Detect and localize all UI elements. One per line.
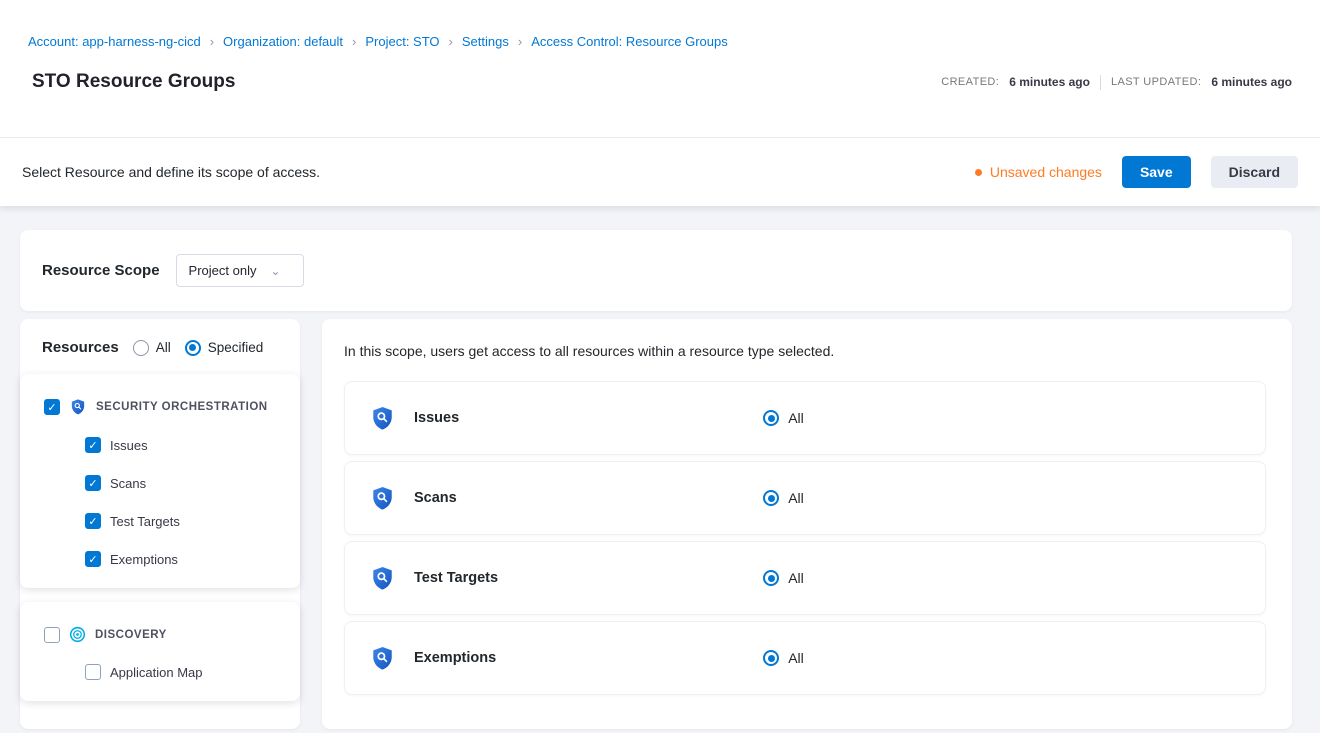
- breadcrumb-account[interactable]: Account: app-harness-ng-cicd: [28, 34, 201, 49]
- scans-checkbox[interactable]: [85, 475, 101, 491]
- radio-all-icon[interactable]: [763, 490, 779, 506]
- resources-title: Resources: [42, 339, 119, 356]
- scope-description: Select Resource and define its scope of …: [22, 164, 320, 180]
- breadcrumb-organization[interactable]: Organization: default: [223, 34, 343, 49]
- unsaved-dot-icon: [975, 169, 982, 176]
- resource-item-application-map[interactable]: Application Map: [20, 653, 300, 691]
- resources-panel: Resources All Specified: [20, 319, 300, 729]
- breadcrumb: Account: app-harness-ng-cicd › Organizat…: [28, 34, 1292, 49]
- resource-access-panel: In this scope, users get access to all r…: [322, 319, 1292, 729]
- divider: [1100, 75, 1101, 90]
- radio-specified[interactable]: Specified: [185, 340, 264, 356]
- row-label-issues: Issues: [414, 410, 459, 426]
- application-map-label: Application Map: [110, 665, 203, 680]
- issues-label: Issues: [110, 438, 148, 453]
- row-label-scans: Scans: [414, 490, 457, 506]
- timestamps: CREATED: 6 minutes ago LAST UPDATED: 6 m…: [941, 75, 1292, 90]
- sto-shield-icon: [369, 485, 396, 512]
- access-option-all[interactable]: All: [763, 410, 804, 426]
- breadcrumb-access-control[interactable]: Access Control: Resource Groups: [531, 34, 728, 49]
- scope-note: In this scope, users get access to all r…: [344, 343, 1266, 359]
- action-bar: Select Resource and define its scope of …: [0, 138, 1320, 206]
- resource-item-scans[interactable]: Scans: [20, 464, 300, 502]
- access-option-all[interactable]: All: [763, 490, 804, 506]
- group-security-label: SECURITY ORCHESTRATION: [96, 401, 268, 413]
- last-updated-label: LAST UPDATED:: [1111, 76, 1201, 88]
- group-discovery-checkbox[interactable]: [44, 627, 60, 643]
- resource-row-exemptions: Exemptions All: [344, 621, 1266, 695]
- row-label-test-targets: Test Targets: [414, 570, 498, 586]
- save-button[interactable]: Save: [1122, 156, 1191, 188]
- group-discovery-label: DISCOVERY: [95, 629, 167, 641]
- unsaved-changes-label: Unsaved changes: [990, 164, 1102, 180]
- chevron-right-icon: ›: [449, 34, 453, 49]
- chevron-right-icon: ›: [518, 34, 522, 49]
- last-updated-value: 6 minutes ago: [1211, 75, 1292, 89]
- page-title: STO Resource Groups: [32, 71, 235, 93]
- chevron-right-icon: ›: [210, 34, 214, 49]
- created-value: 6 minutes ago: [1009, 75, 1090, 89]
- radio-all-icon[interactable]: [133, 340, 149, 356]
- content-area: Resource Scope Project only ⌄ Resources …: [0, 206, 1320, 729]
- resource-scope-label: Resource Scope: [42, 262, 160, 279]
- exemptions-label: Exemptions: [110, 552, 178, 567]
- group-security-checkbox[interactable]: [44, 399, 60, 415]
- resource-item-issues[interactable]: Issues: [20, 426, 300, 464]
- sto-shield-icon: [69, 398, 87, 416]
- sto-shield-icon: [369, 565, 396, 592]
- radio-all[interactable]: All: [133, 340, 171, 356]
- radio-all-icon[interactable]: [763, 570, 779, 586]
- resource-row-test-targets: Test Targets All: [344, 541, 1266, 615]
- issues-checkbox[interactable]: [85, 437, 101, 453]
- test-targets-checkbox[interactable]: [85, 513, 101, 529]
- exemptions-checkbox[interactable]: [85, 551, 101, 567]
- resource-item-exemptions[interactable]: Exemptions: [20, 540, 300, 578]
- sto-shield-icon: [369, 645, 396, 672]
- radio-all-icon[interactable]: [763, 410, 779, 426]
- access-all-label: All: [788, 650, 804, 666]
- created-label: CREATED:: [941, 76, 999, 88]
- row-label-exemptions: Exemptions: [414, 650, 496, 666]
- resource-row-scans: Scans All: [344, 461, 1266, 535]
- unsaved-changes-indicator: Unsaved changes: [975, 164, 1102, 180]
- access-all-label: All: [788, 410, 804, 426]
- access-all-label: All: [788, 490, 804, 506]
- access-option-all[interactable]: All: [763, 650, 804, 666]
- resource-scope-selected-value: Project only: [189, 263, 257, 278]
- resource-row-issues: Issues All: [344, 381, 1266, 455]
- chevron-down-icon: ⌄: [270, 265, 280, 277]
- breadcrumb-settings[interactable]: Settings: [462, 34, 509, 49]
- application-map-checkbox[interactable]: [85, 664, 101, 680]
- page-header: Account: app-harness-ng-cicd › Organizat…: [0, 0, 1320, 138]
- radio-specified-label: Specified: [208, 340, 264, 355]
- access-option-all[interactable]: All: [763, 570, 804, 586]
- scans-label: Scans: [110, 476, 146, 491]
- radio-all-label: All: [156, 340, 171, 355]
- resource-scope-select[interactable]: Project only ⌄: [176, 254, 304, 287]
- discovery-target-icon: [69, 626, 86, 643]
- radio-all-icon[interactable]: [763, 650, 779, 666]
- group-security-orchestration: SECURITY ORCHESTRATION Issues Scans Test…: [20, 374, 300, 588]
- sto-shield-icon: [369, 405, 396, 432]
- chevron-right-icon: ›: [352, 34, 356, 49]
- radio-specified-icon[interactable]: [185, 340, 201, 356]
- group-discovery: DISCOVERY Application Map: [20, 602, 300, 701]
- discard-button[interactable]: Discard: [1211, 156, 1298, 188]
- resource-scope-card: Resource Scope Project only ⌄: [20, 230, 1292, 311]
- breadcrumb-project[interactable]: Project: STO: [365, 34, 439, 49]
- resource-item-test-targets[interactable]: Test Targets: [20, 502, 300, 540]
- access-all-label: All: [788, 570, 804, 586]
- test-targets-label: Test Targets: [110, 514, 180, 529]
